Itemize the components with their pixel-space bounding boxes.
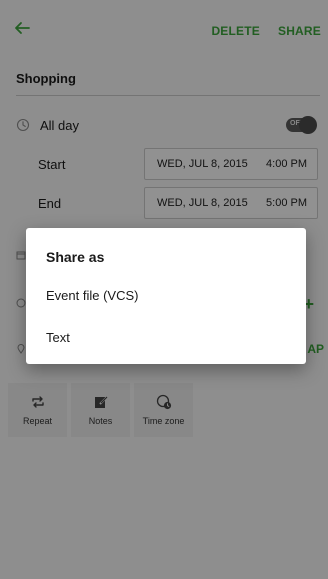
share-option-text[interactable]: Text bbox=[46, 330, 70, 345]
share-as-dialog: Share as Event file (VCS) Text bbox=[26, 228, 306, 364]
share-option-vcs[interactable]: Event file (VCS) bbox=[46, 288, 138, 303]
dialog-title: Share as bbox=[46, 249, 105, 265]
